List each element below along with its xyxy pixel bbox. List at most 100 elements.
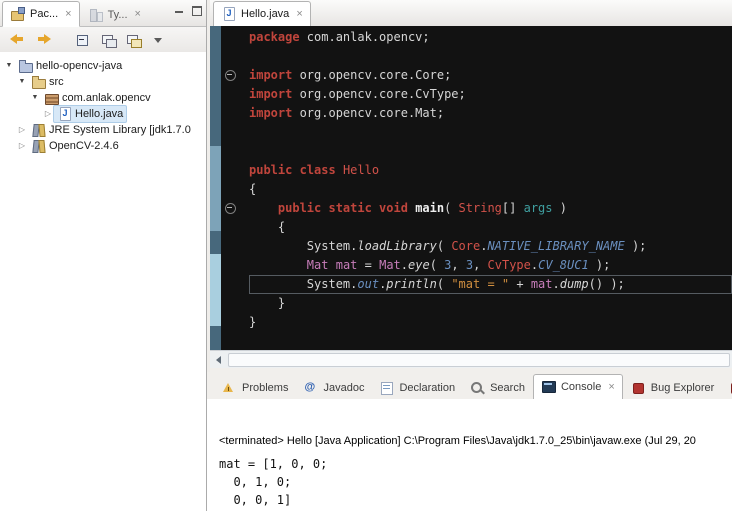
view-tab-bug[interactable]: Bug: [722, 376, 732, 399]
tree-item-src[interactable]: ▼ src: [0, 74, 206, 90]
console-panel: Problems JavadocDeclaration Search Console ×…: [207, 372, 732, 511]
tab-label: Pac...: [30, 8, 58, 20]
console-output: mat = [1, 0, 0; 0, 1, 0; 0, 0, 1]: [219, 455, 732, 509]
scrollbar-thumb[interactable]: [228, 353, 730, 367]
fold-collapse-icon[interactable]: [225, 70, 236, 81]
code-line[interactable]: {: [249, 218, 732, 237]
console-output-line: 0, 0, 1]: [219, 491, 732, 509]
tab-label: Search: [490, 382, 525, 394]
package-explorer-toolbar: [0, 27, 206, 53]
package-explorer-icon: [10, 7, 26, 21]
view-tab-pac[interactable]: Pac... ×: [2, 1, 80, 27]
expander-expanded-icon[interactable]: ▼: [30, 90, 40, 106]
code-line[interactable]: package com.anlak.opencv;: [249, 28, 732, 47]
code-line[interactable]: }: [249, 313, 732, 332]
code-line[interactable]: {: [249, 180, 732, 199]
tab-label: Hello.java: [241, 8, 289, 20]
fold-gutter[interactable]: [221, 26, 239, 351]
tree-item-label: OpenCV-2.4.6: [49, 140, 119, 152]
code-line[interactable]: [249, 47, 732, 66]
bug-icon: [631, 381, 647, 395]
code-line[interactable]: import org.opencv.core.Core;: [249, 66, 732, 85]
tree-item-label: hello-opencv-java: [36, 60, 122, 72]
console-tabbar: Problems JavadocDeclaration Search Console ×…: [207, 372, 732, 400]
package-icon: [44, 91, 60, 105]
console-view: <terminated> Hello [Java Application] C:…: [207, 399, 732, 511]
view-tab-declaration[interactable]: Declaration: [372, 376, 462, 399]
javadoc-icon: [303, 381, 319, 395]
java-file-icon: [221, 7, 237, 21]
code-line[interactable]: System.out.println( "mat = " + mat.dump(…: [249, 275, 732, 294]
console-output-line: 0, 1, 0;: [219, 473, 732, 491]
close-icon[interactable]: ×: [135, 9, 141, 20]
horizontal-scrollbar[interactable]: [210, 350, 732, 368]
expander-expanded-icon[interactable]: ▼: [4, 58, 14, 74]
editor-tabs: Hello.java ×: [213, 0, 732, 26]
console-output-line: mat = [1, 0, 0;: [219, 455, 732, 473]
code-line[interactable]: [249, 123, 732, 142]
code-area[interactable]: package com.anlak.opencv; import org.open…: [239, 26, 732, 351]
tree-item-label: Hello.java: [75, 108, 123, 120]
fold-collapse-icon[interactable]: [225, 203, 236, 214]
project-icon: [18, 59, 34, 73]
view-tab-problems[interactable]: Problems: [215, 376, 295, 399]
editor-tab-hello-java[interactable]: Hello.java ×: [213, 1, 311, 27]
code-line[interactable]: [249, 142, 732, 161]
package-explorer-tabbar: Pac...×Ty...×: [0, 0, 206, 27]
tree-item-hello-java[interactable]: ▷ Hello.java: [0, 106, 206, 122]
view-tab-javadoc[interactable]: Javadoc: [296, 376, 371, 399]
package-explorer-panel: Pac...×Ty...× ▼hello-opencv-java▼src▼com…: [0, 0, 207, 511]
close-icon[interactable]: ×: [296, 9, 302, 20]
view-tab-bug-explorer[interactable]: Bug Explorer: [624, 376, 722, 399]
scroll-left-button[interactable]: [210, 351, 226, 368]
view-tab-ty[interactable]: Ty...×: [81, 3, 148, 26]
eclipse-window: Pac...×Ty...× ▼hello-opencv-java▼src▼com…: [0, 0, 732, 511]
link-with-editor-icon[interactable]: [126, 33, 142, 47]
code-line[interactable]: import org.opencv.core.Mat;: [249, 104, 732, 123]
code-line[interactable]: }: [249, 294, 732, 313]
expander-collapsed-icon[interactable]: ▷: [17, 122, 27, 138]
minimize-icon[interactable]: [174, 5, 185, 15]
view-menu-icon[interactable]: [151, 33, 167, 47]
code-editor[interactable]: package com.anlak.opencv; import org.open…: [210, 26, 732, 351]
close-icon[interactable]: ×: [65, 9, 71, 20]
forward-icon[interactable]: [35, 33, 51, 47]
tab-label: Console: [561, 381, 601, 393]
tree-item-opencv-2-4-6[interactable]: ▷ OpenCV-2.4.6: [0, 138, 206, 154]
tree-item-jre-system-library-jdk1-7-0[interactable]: ▷JRE System Library [jdk1.7.0: [0, 122, 206, 138]
library-icon: [31, 139, 47, 153]
declaration-icon: [379, 381, 395, 395]
view-tab-search[interactable]: Search: [463, 376, 532, 399]
focus-on-active-task-icon[interactable]: [101, 33, 117, 47]
project-tree[interactable]: ▼ hello-opencv-java ▼ src ▼ com.anlak.opencv ▷…: [0, 52, 206, 511]
tree-item-hello-opencv-java[interactable]: ▼ hello-opencv-java: [0, 58, 206, 74]
expander-collapsed-icon[interactable]: ▷: [17, 138, 27, 154]
annotation-ruler[interactable]: [210, 26, 221, 351]
code-line[interactable]: import org.opencv.core.CvType;: [249, 85, 732, 104]
tree-item-label: com.anlak.opencv: [62, 92, 151, 104]
close-icon[interactable]: ×: [608, 382, 614, 393]
code-line[interactable]: public class Hello: [249, 161, 732, 180]
back-icon[interactable]: [10, 33, 26, 47]
search-icon: [470, 381, 486, 395]
tab-label: Problems: [242, 382, 288, 394]
editor-tabbar: Hello.java ×: [210, 0, 732, 27]
collapse-all-icon[interactable]: [76, 33, 92, 47]
expander-expanded-icon[interactable]: ▼: [17, 74, 27, 90]
source-folder-icon: [31, 75, 47, 89]
code-line[interactable]: System.loadLibrary( Core.NATIVE_LIBRARY_…: [249, 237, 732, 256]
problems-icon: [222, 381, 238, 395]
java-file-icon: [57, 107, 73, 121]
panel-window-buttons: [174, 5, 202, 15]
code-line[interactable]: public static void main( String[] args ): [249, 199, 732, 218]
maximize-icon[interactable]: [191, 5, 202, 15]
view-tab-console[interactable]: Console ×: [533, 374, 623, 400]
tree-item-com-anlak-opencv[interactable]: ▼ com.anlak.opencv: [0, 90, 206, 106]
console-header: <terminated> Hello [Java Application] C:…: [219, 435, 732, 447]
tree-item-label: src: [49, 76, 64, 88]
expander-collapsed-icon[interactable]: ▷: [43, 106, 53, 122]
tab-label: Bug Explorer: [651, 382, 715, 394]
bottom-view-tabs: Problems JavadocDeclaration Search Console ×…: [215, 372, 732, 399]
code-line[interactable]: Mat mat = Mat.eye( 3, 3, CvType.CV_8UC1 …: [249, 256, 732, 275]
tree-item-row: hello-opencv-java: [14, 57, 126, 75]
